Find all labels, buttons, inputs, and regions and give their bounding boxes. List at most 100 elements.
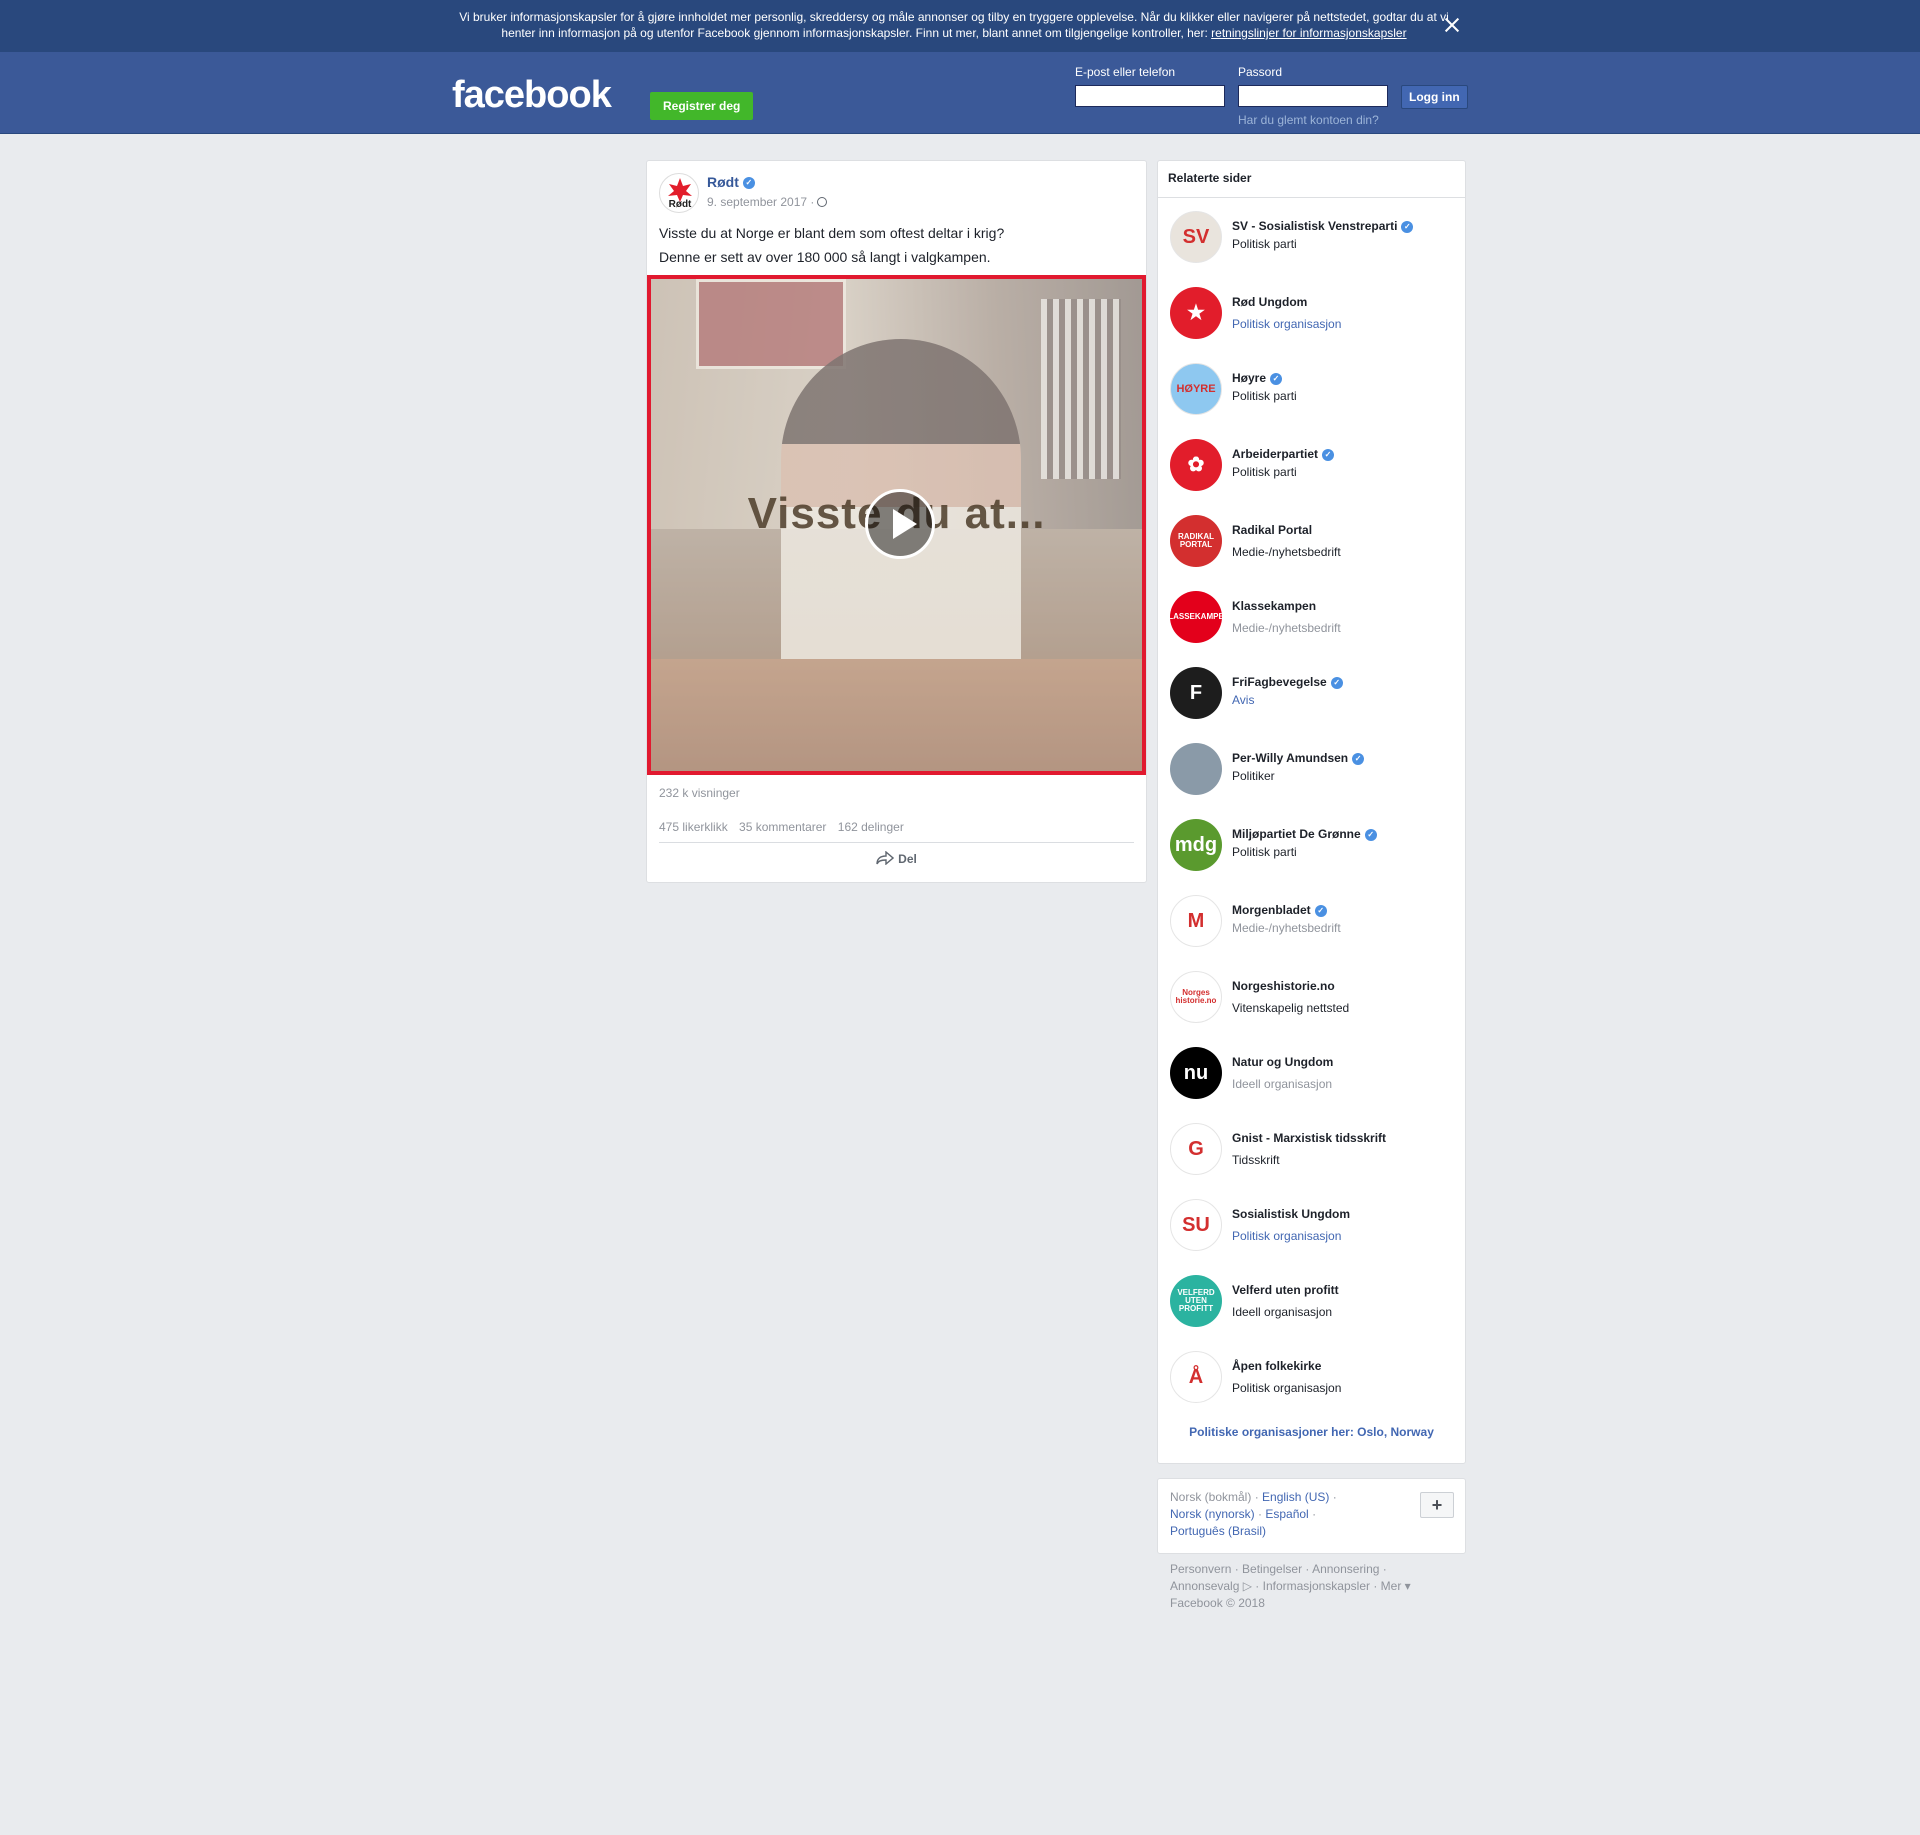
- related-page-name-text[interactable]: FriFagbevegelse: [1232, 675, 1327, 689]
- register-button[interactable]: Registrer deg: [650, 92, 754, 120]
- forgot-account-link[interactable]: Har du glemt kontoen din?: [1238, 113, 1379, 127]
- related-page-name-text[interactable]: Norgeshistorie.no: [1232, 979, 1335, 993]
- related-page-item[interactable]: RADIKAL PORTAL Radikal Portal Medie-/nyhet…: [1170, 515, 1460, 571]
- share-count[interactable]: 162 delinger: [838, 820, 904, 834]
- related-page-name[interactable]: Arbeiderpartiet ✓: [1232, 447, 1335, 461]
- related-page-name[interactable]: Sosialistisk Ungdom: [1232, 1207, 1350, 1221]
- page-avatar-icon[interactable]: Å: [1170, 1351, 1222, 1403]
- related-page-name-text[interactable]: SV - Sosialistisk Venstreparti: [1232, 219, 1397, 233]
- like-count[interactable]: 475 likerklikk: [659, 820, 728, 834]
- facebook-logo[interactable]: facebook: [452, 74, 612, 117]
- related-page-name[interactable]: Radikal Portal: [1232, 523, 1312, 537]
- related-page-name-text[interactable]: Høyre: [1232, 371, 1266, 385]
- related-page-item[interactable]: HØYRE Høyre ✓ Politisk parti: [1170, 363, 1460, 419]
- video-player[interactable]: Visste du at...: [647, 275, 1146, 775]
- page-avatar-icon[interactable]: [1170, 743, 1222, 795]
- password-field[interactable]: [1238, 85, 1388, 107]
- related-page-category[interactable]: Politisk organisasjon: [1232, 1229, 1341, 1243]
- related-page-name-text[interactable]: Klassekampen: [1232, 599, 1316, 613]
- related-page-category[interactable]: Avis: [1232, 693, 1254, 707]
- comment-count[interactable]: 35 kommentarer: [739, 820, 826, 834]
- related-page-name-text[interactable]: Velferd uten profitt: [1232, 1283, 1339, 1297]
- email-field[interactable]: [1075, 85, 1225, 107]
- related-page-name[interactable]: Norgeshistorie.no: [1232, 979, 1335, 993]
- avatar-text: ★: [1187, 302, 1205, 324]
- close-icon[interactable]: [1441, 14, 1463, 36]
- page-avatar-icon[interactable]: SV: [1170, 211, 1222, 263]
- page-avatar-icon[interactable]: mdg: [1170, 819, 1222, 871]
- page-avatar[interactable]: Rødt: [659, 173, 699, 213]
- related-page-name[interactable]: FriFagbevegelse ✓: [1232, 675, 1343, 689]
- page-avatar-icon[interactable]: nu: [1170, 1047, 1222, 1099]
- post-author[interactable]: Rødt ✓: [707, 174, 755, 190]
- more-languages-button[interactable]: +: [1420, 1492, 1454, 1518]
- related-page-name-text[interactable]: Per-Willy Amundsen: [1232, 751, 1348, 765]
- page-avatar-icon[interactable]: F: [1170, 667, 1222, 719]
- related-footer-link[interactable]: Politiske organisasjoner her: Oslo, Norw…: [1158, 1425, 1465, 1439]
- related-page-name-text[interactable]: Natur og Ungdom: [1232, 1055, 1333, 1069]
- related-page-item[interactable]: M Morgenbladet ✓ Medie-/nyhetsbedrift: [1170, 895, 1460, 951]
- page-avatar-icon[interactable]: VELFERD UTEN PROFITT: [1170, 1275, 1222, 1327]
- footer-links[interactable]: Personvern · Betingelser · Annonsering ·: [1170, 1561, 1460, 1578]
- related-page-category: Ideell organisasjon: [1232, 1077, 1333, 1091]
- related-page-item[interactable]: SV SV - Sosialistisk Venstreparti ✓ Politis…: [1170, 211, 1460, 267]
- related-page-item[interactable]: G Gnist - Marxistisk tidsskrift Tidsskrift: [1170, 1123, 1460, 1179]
- related-page-name-text[interactable]: Sosialistisk Ungdom: [1232, 1207, 1350, 1221]
- avatar-text: HØYRE: [1176, 382, 1216, 395]
- related-page-item[interactable]: Å Åpen folkekirke Politisk organisasjon: [1170, 1351, 1460, 1407]
- page-avatar-icon[interactable]: ★: [1170, 287, 1222, 339]
- language-nynorsk[interactable]: Norsk (nynorsk): [1170, 1507, 1255, 1521]
- page-avatar-icon[interactable]: Norges historie.no: [1170, 971, 1222, 1023]
- related-page-name-text[interactable]: Morgenbladet: [1232, 903, 1311, 917]
- language-portugues[interactable]: Português (Brasil): [1170, 1524, 1266, 1538]
- page-avatar-icon[interactable]: HØYRE: [1170, 363, 1222, 415]
- page-avatar-icon[interactable]: SU: [1170, 1199, 1222, 1251]
- related-page-name-text[interactable]: Gnist - Marxistisk tidsskrift: [1232, 1131, 1386, 1145]
- related-page-category[interactable]: Politisk organisasjon: [1232, 317, 1341, 331]
- page-avatar-icon[interactable]: ✿: [1170, 439, 1222, 491]
- page-avatar-icon[interactable]: M: [1170, 895, 1222, 947]
- post-date[interactable]: 9. september 2017 ·: [707, 195, 828, 209]
- related-page-item[interactable]: KLASSEKAMPEN Klassekampen Medie-/nyhetsbed…: [1170, 591, 1460, 647]
- related-page-name[interactable]: Klassekampen: [1232, 599, 1316, 613]
- avatar-text: M: [1187, 910, 1205, 932]
- related-page-item[interactable]: ★ Rød Ungdom Politisk organisasjon: [1170, 287, 1460, 343]
- related-page-name-text[interactable]: Arbeiderpartiet: [1232, 447, 1318, 461]
- related-page-name-text[interactable]: Miljøpartiet De Grønne: [1232, 827, 1361, 841]
- cookie-policy-link[interactable]: retningslinjer for informasjonskapsler: [1211, 26, 1406, 40]
- related-page-item[interactable]: Per-Willy Amundsen ✓ Politiker: [1170, 743, 1460, 799]
- related-page-item[interactable]: SU Sosialistisk Ungdom Politisk organisasj…: [1170, 1199, 1460, 1255]
- play-icon[interactable]: [865, 489, 935, 559]
- related-page-name[interactable]: Miljøpartiet De Grønne ✓: [1232, 827, 1377, 841]
- related-page-name-text[interactable]: Radikal Portal: [1232, 523, 1312, 537]
- language-english[interactable]: English (US): [1262, 1490, 1329, 1504]
- footer-links[interactable]: Annonsevalg ▷ · Informasjonskapsler · Me…: [1170, 1578, 1460, 1595]
- related-page-name-text[interactable]: Rød Ungdom: [1232, 295, 1307, 309]
- author-name[interactable]: Rødt: [707, 174, 739, 190]
- related-page-item[interactable]: nu Natur og Ungdom Ideell organisasjon: [1170, 1047, 1460, 1103]
- related-page-name[interactable]: Natur og Ungdom: [1232, 1055, 1333, 1069]
- login-button[interactable]: Logg inn: [1401, 85, 1468, 109]
- page-avatar-icon[interactable]: G: [1170, 1123, 1222, 1175]
- related-page-name[interactable]: Rød Ungdom: [1232, 295, 1307, 309]
- page-avatar-icon[interactable]: RADIKAL PORTAL: [1170, 515, 1222, 567]
- related-page-name[interactable]: Velferd uten profitt: [1232, 1283, 1339, 1297]
- verified-icon: ✓: [1364, 828, 1377, 841]
- share-button[interactable]: Del: [647, 851, 1146, 866]
- related-page-item[interactable]: ✿ Arbeiderpartiet ✓ Politisk parti: [1170, 439, 1460, 495]
- related-page-name[interactable]: Åpen folkekirke: [1232, 1359, 1321, 1373]
- related-page-item[interactable]: VELFERD UTEN PROFITT Velferd uten profitt…: [1170, 1275, 1460, 1331]
- related-page-item[interactable]: F FriFagbevegelse ✓ Avis: [1170, 667, 1460, 723]
- related-page-name[interactable]: Høyre ✓: [1232, 371, 1283, 385]
- related-page-name[interactable]: Gnist - Marxistisk tidsskrift: [1232, 1131, 1386, 1145]
- date-text[interactable]: 9. september 2017 ·: [707, 195, 814, 209]
- page-avatar-icon[interactable]: KLASSEKAMPEN: [1170, 591, 1222, 643]
- related-page-name[interactable]: SV - Sosialistisk Venstreparti ✓: [1232, 219, 1414, 233]
- related-page-item[interactable]: mdg Miljøpartiet De Grønne ✓ Politisk parti: [1170, 819, 1460, 875]
- related-page-name-text[interactable]: Åpen folkekirke: [1232, 1359, 1321, 1373]
- related-page-name[interactable]: Morgenbladet ✓: [1232, 903, 1327, 917]
- related-page-item[interactable]: Norges historie.no Norgeshistorie.no Viten…: [1170, 971, 1460, 1027]
- avatar-text: VELFERD UTEN PROFITT: [1177, 1288, 1215, 1313]
- language-espanol[interactable]: Español: [1265, 1507, 1308, 1521]
- related-page-name[interactable]: Per-Willy Amundsen ✓: [1232, 751, 1365, 765]
